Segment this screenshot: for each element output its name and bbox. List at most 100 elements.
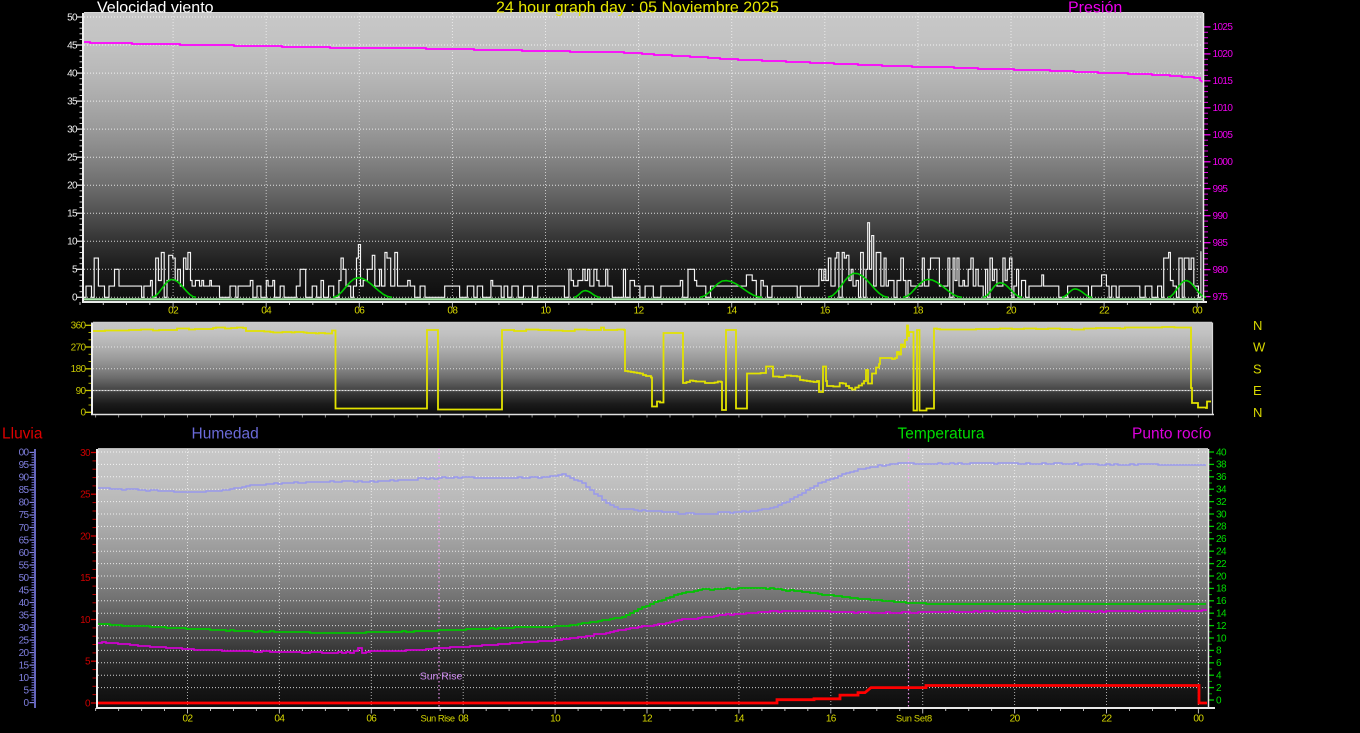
svg-text:Sun Set8: Sun Set8: [896, 714, 932, 724]
svg-text:Temperatura: Temperatura: [898, 426, 985, 443]
svg-text:06: 06: [354, 306, 365, 317]
svg-text:985: 985: [1213, 238, 1229, 249]
svg-text:1010: 1010: [1213, 103, 1234, 114]
svg-text:06: 06: [366, 714, 377, 725]
svg-text:1020: 1020: [1213, 49, 1234, 60]
svg-text:04: 04: [261, 306, 272, 317]
svg-text:25: 25: [67, 153, 78, 164]
svg-text:28: 28: [1216, 522, 1227, 533]
svg-text:10: 10: [541, 306, 552, 317]
svg-text:95: 95: [19, 460, 30, 471]
svg-text:N: N: [1253, 318, 1262, 333]
svg-text:10: 10: [67, 237, 78, 248]
svg-text:80: 80: [19, 498, 30, 509]
svg-text:20: 20: [67, 181, 78, 192]
svg-text:15: 15: [67, 209, 78, 220]
svg-text:Punto rocío: Punto rocío: [1132, 426, 1211, 443]
svg-text:18: 18: [1216, 584, 1227, 595]
svg-text:02: 02: [183, 714, 194, 725]
svg-text:20: 20: [1010, 714, 1021, 725]
svg-text:40: 40: [1216, 447, 1227, 458]
svg-text:32: 32: [1216, 497, 1227, 508]
svg-text:00: 00: [19, 448, 30, 459]
svg-text:E: E: [1253, 383, 1262, 398]
svg-text:25: 25: [19, 635, 30, 646]
svg-text:90: 90: [76, 386, 87, 397]
svg-text:04: 04: [274, 714, 285, 725]
svg-text:980: 980: [1213, 265, 1229, 276]
svg-text:40: 40: [19, 598, 30, 609]
svg-text:30: 30: [67, 124, 78, 135]
svg-text:30: 30: [1216, 509, 1227, 520]
svg-text:08: 08: [447, 306, 458, 317]
svg-text:22: 22: [1102, 714, 1113, 725]
svg-text:Velocidad viento: Velocidad viento: [97, 0, 214, 17]
svg-text:Lluvia: Lluvia: [2, 426, 43, 443]
svg-text:25: 25: [80, 490, 91, 501]
svg-text:55: 55: [19, 560, 30, 571]
svg-text:65: 65: [19, 535, 30, 546]
svg-text:00: 00: [1192, 306, 1203, 317]
svg-text:1005: 1005: [1213, 130, 1234, 141]
svg-text:1025: 1025: [1213, 22, 1234, 33]
svg-text:08: 08: [458, 714, 469, 725]
svg-text:14: 14: [734, 714, 745, 725]
svg-text:360: 360: [71, 321, 87, 332]
svg-text:24 hour graph day : 05 Noviemb: 24 hour graph day : 05 Noviembre 2025: [496, 0, 779, 17]
svg-text:22: 22: [1099, 306, 1110, 317]
svg-text:10: 10: [550, 714, 561, 725]
svg-text:12: 12: [1216, 621, 1227, 632]
svg-text:34: 34: [1216, 485, 1227, 496]
svg-text:Sun Rise: Sun Rise: [420, 670, 463, 682]
svg-text:30: 30: [19, 623, 30, 634]
svg-text:Presión: Presión: [1068, 0, 1122, 17]
svg-text:30: 30: [80, 448, 91, 459]
svg-text:S: S: [1253, 361, 1262, 376]
svg-text:10: 10: [1216, 633, 1227, 644]
svg-text:90: 90: [19, 473, 30, 484]
svg-text:10: 10: [19, 673, 30, 684]
svg-text:14: 14: [1216, 609, 1227, 620]
svg-text:1015: 1015: [1213, 76, 1234, 87]
svg-text:Sun Rise: Sun Rise: [421, 714, 455, 724]
svg-text:50: 50: [67, 12, 78, 23]
svg-text:12: 12: [634, 306, 645, 317]
svg-text:975: 975: [1213, 292, 1229, 303]
svg-text:995: 995: [1213, 184, 1229, 195]
svg-text:20: 20: [1006, 306, 1017, 317]
svg-text:70: 70: [19, 523, 30, 534]
svg-text:45: 45: [19, 585, 30, 596]
svg-text:14: 14: [727, 306, 738, 317]
svg-text:10: 10: [80, 615, 91, 626]
svg-text:02: 02: [168, 306, 179, 317]
svg-text:50: 50: [19, 573, 30, 584]
svg-text:36: 36: [1216, 472, 1227, 483]
svg-text:85: 85: [19, 485, 30, 496]
svg-text:00: 00: [1193, 714, 1204, 725]
svg-text:22: 22: [1216, 559, 1227, 570]
svg-text:35: 35: [19, 610, 30, 621]
svg-text:35: 35: [67, 96, 78, 107]
svg-text:15: 15: [19, 660, 30, 671]
svg-text:38: 38: [1216, 460, 1227, 471]
svg-text:15: 15: [80, 573, 91, 584]
svg-text:990: 990: [1213, 211, 1229, 222]
svg-text:75: 75: [19, 510, 30, 521]
svg-text:60: 60: [19, 548, 30, 559]
svg-text:26: 26: [1216, 534, 1227, 545]
svg-text:20: 20: [19, 648, 30, 659]
svg-text:20: 20: [80, 531, 91, 542]
svg-text:40: 40: [67, 68, 78, 79]
svg-text:18: 18: [913, 306, 924, 317]
svg-text:20: 20: [1216, 571, 1227, 582]
svg-text:12: 12: [642, 714, 653, 725]
svg-text:N: N: [1253, 405, 1262, 420]
svg-text:16: 16: [1216, 596, 1227, 607]
svg-text:270: 270: [71, 342, 87, 353]
svg-text:180: 180: [71, 364, 87, 375]
svg-text:Humedad: Humedad: [192, 426, 259, 443]
svg-text:45: 45: [67, 40, 78, 51]
svg-text:1000: 1000: [1213, 157, 1234, 168]
svg-text:24: 24: [1216, 547, 1227, 558]
svg-text:W: W: [1253, 340, 1266, 355]
